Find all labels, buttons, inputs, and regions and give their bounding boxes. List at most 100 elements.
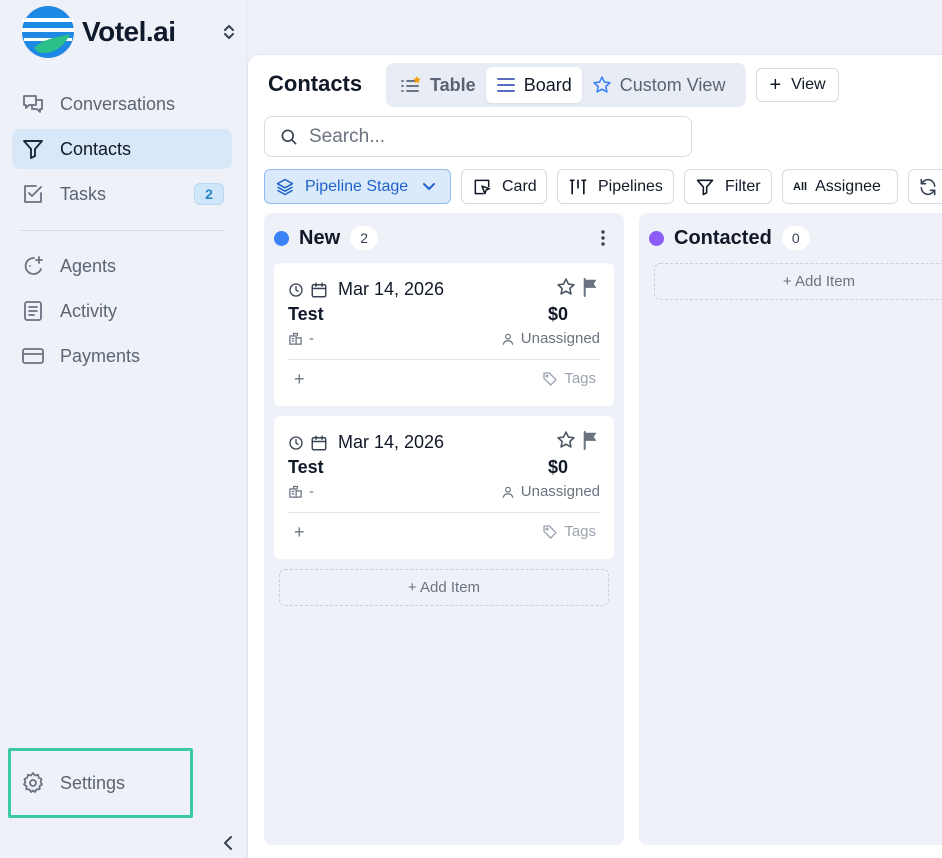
card-assignee[interactable]: Unassigned (501, 330, 600, 347)
pipelines-button[interactable]: Pipelines (557, 169, 674, 204)
card-tags-text: Tags (564, 370, 596, 387)
assignee-filter-button[interactable]: All Assignee (782, 169, 898, 204)
tasks-count-badge: 2 (194, 183, 224, 205)
cursor-card-icon (472, 177, 492, 197)
chat-icon (20, 91, 46, 117)
sidebar-item-contacts[interactable]: Contacts (12, 129, 232, 169)
card-add-button[interactable]: + (294, 522, 305, 543)
column-title: New (299, 226, 341, 249)
tab-board-label: Board (523, 74, 572, 95)
sidebar-item-payments[interactable]: Payments (12, 336, 232, 376)
card-settings-button[interactable]: Card (461, 169, 547, 204)
pipeline-stage-label: Pipeline Stage (305, 177, 409, 195)
tab-table[interactable]: Table (390, 67, 486, 103)
tab-table-label: Table (430, 74, 476, 95)
agent-sparkle-icon (20, 253, 46, 279)
search-input[interactable] (309, 125, 669, 148)
sidebar-item-label: Payments (60, 345, 141, 366)
pipeline-stage-dropdown[interactable]: Pipeline Stage (264, 169, 451, 204)
card-company: - (288, 330, 314, 347)
globe-logo-icon (22, 6, 74, 58)
refresh-button[interactable] (908, 169, 942, 204)
card-actions (556, 277, 600, 297)
stage-dot (649, 230, 664, 246)
building-icon (289, 485, 302, 498)
card-assignee[interactable]: Unassigned (501, 483, 600, 500)
column-header: Contacted 0 (649, 225, 810, 251)
flag-icon[interactable] (582, 277, 600, 297)
sidebar-item-label: Contacts (60, 138, 132, 159)
tag-icon (543, 524, 557, 539)
view-switcher: Table Board Custom View (386, 63, 746, 107)
card-assignee-text: Unassigned (520, 483, 600, 500)
user-icon (502, 333, 514, 345)
card-add-button[interactable]: + (294, 369, 305, 390)
board-column-new: New 2 Mar 14, 2026 Test $0 - Unassigned … (264, 213, 624, 845)
card-tags-text: Tags (564, 523, 596, 540)
star-icon[interactable] (556, 430, 576, 450)
contact-card[interactable]: Mar 14, 2026 Test $0 - Unassigned + Tags (274, 416, 614, 559)
column-menu-icon[interactable] (596, 227, 610, 249)
tag-icon (543, 371, 557, 386)
document-icon (20, 298, 46, 324)
card-contact-name: Test (288, 304, 324, 324)
star-icon[interactable] (556, 277, 576, 297)
add-item-button[interactable]: + Add Item (654, 263, 942, 300)
gear-icon (20, 770, 46, 796)
pipelines-label: Pipelines (598, 177, 663, 195)
card-tags[interactable]: Tags (542, 523, 596, 540)
sidebar-item-label: Settings (60, 772, 126, 793)
workspace-switch-icon[interactable] (219, 20, 239, 44)
sidebar-item-activity[interactable]: Activity (12, 291, 232, 331)
brand-logo[interactable]: Votel.ai (20, 4, 245, 60)
add-view-button[interactable]: + View (756, 68, 839, 102)
add-item-button[interactable]: + Add Item (279, 569, 609, 606)
sidebar-item-label: Conversations (60, 93, 176, 114)
add-view-label: View (791, 76, 826, 93)
flag-icon[interactable] (582, 430, 600, 450)
search-box (264, 116, 692, 157)
refresh-icon (920, 178, 936, 195)
plus-icon: + (769, 74, 782, 96)
sidebar-item-agents[interactable]: Agents (12, 246, 232, 286)
card-company: - (288, 483, 314, 500)
building-icon (289, 332, 302, 345)
funnel-icon (20, 136, 46, 162)
tab-custom-view[interactable]: Custom View (582, 67, 736, 103)
filter-icon (695, 177, 715, 197)
main-panel: Contacts Table Board Custom View + View (247, 54, 942, 858)
column-count: 0 (781, 226, 810, 250)
card-assignee-text: Unassigned (520, 330, 600, 347)
card-date-text: Mar 14, 2026 (338, 279, 445, 299)
star-icon (592, 75, 612, 95)
filter-button[interactable]: Filter (684, 169, 772, 204)
checkbox-icon (20, 181, 46, 207)
column-header: New 2 (274, 225, 379, 251)
all-tag: All (793, 180, 808, 193)
sidebar-item-settings[interactable]: Settings (12, 762, 182, 804)
collapse-sidebar-icon[interactable] (218, 832, 238, 854)
sidebar: Votel.ai Conversations Contacts Tasks 2 (0, 0, 247, 858)
page-title: Contacts (268, 71, 363, 96)
card-amount: $0 (547, 304, 568, 324)
card-date-text: Mar 14, 2026 (338, 432, 445, 452)
contact-card[interactable]: Mar 14, 2026 Test $0 - Unassigned + Tags (274, 263, 614, 406)
card-company-text: - (309, 483, 314, 500)
list-icon (400, 75, 422, 95)
sidebar-item-conversations[interactable]: Conversations (12, 84, 232, 124)
pipelines-icon (568, 177, 588, 197)
calendar-icon (311, 435, 327, 450)
card-date: Mar 14, 2026 (288, 279, 444, 300)
sidebar-item-label: Tasks (60, 183, 107, 204)
card-divider (288, 512, 600, 513)
clock-icon (289, 282, 303, 297)
filter-label: Filter (725, 177, 761, 195)
column-title: Contacted (674, 226, 772, 249)
card-company-text: - (309, 330, 314, 347)
tab-custom-view-label: Custom View (619, 74, 726, 95)
tab-board[interactable]: Board (485, 67, 582, 103)
clock-icon (289, 435, 303, 450)
sidebar-item-tasks[interactable]: Tasks 2 (12, 174, 232, 214)
sidebar-item-label: Agents (60, 255, 117, 276)
card-tags[interactable]: Tags (542, 370, 596, 387)
